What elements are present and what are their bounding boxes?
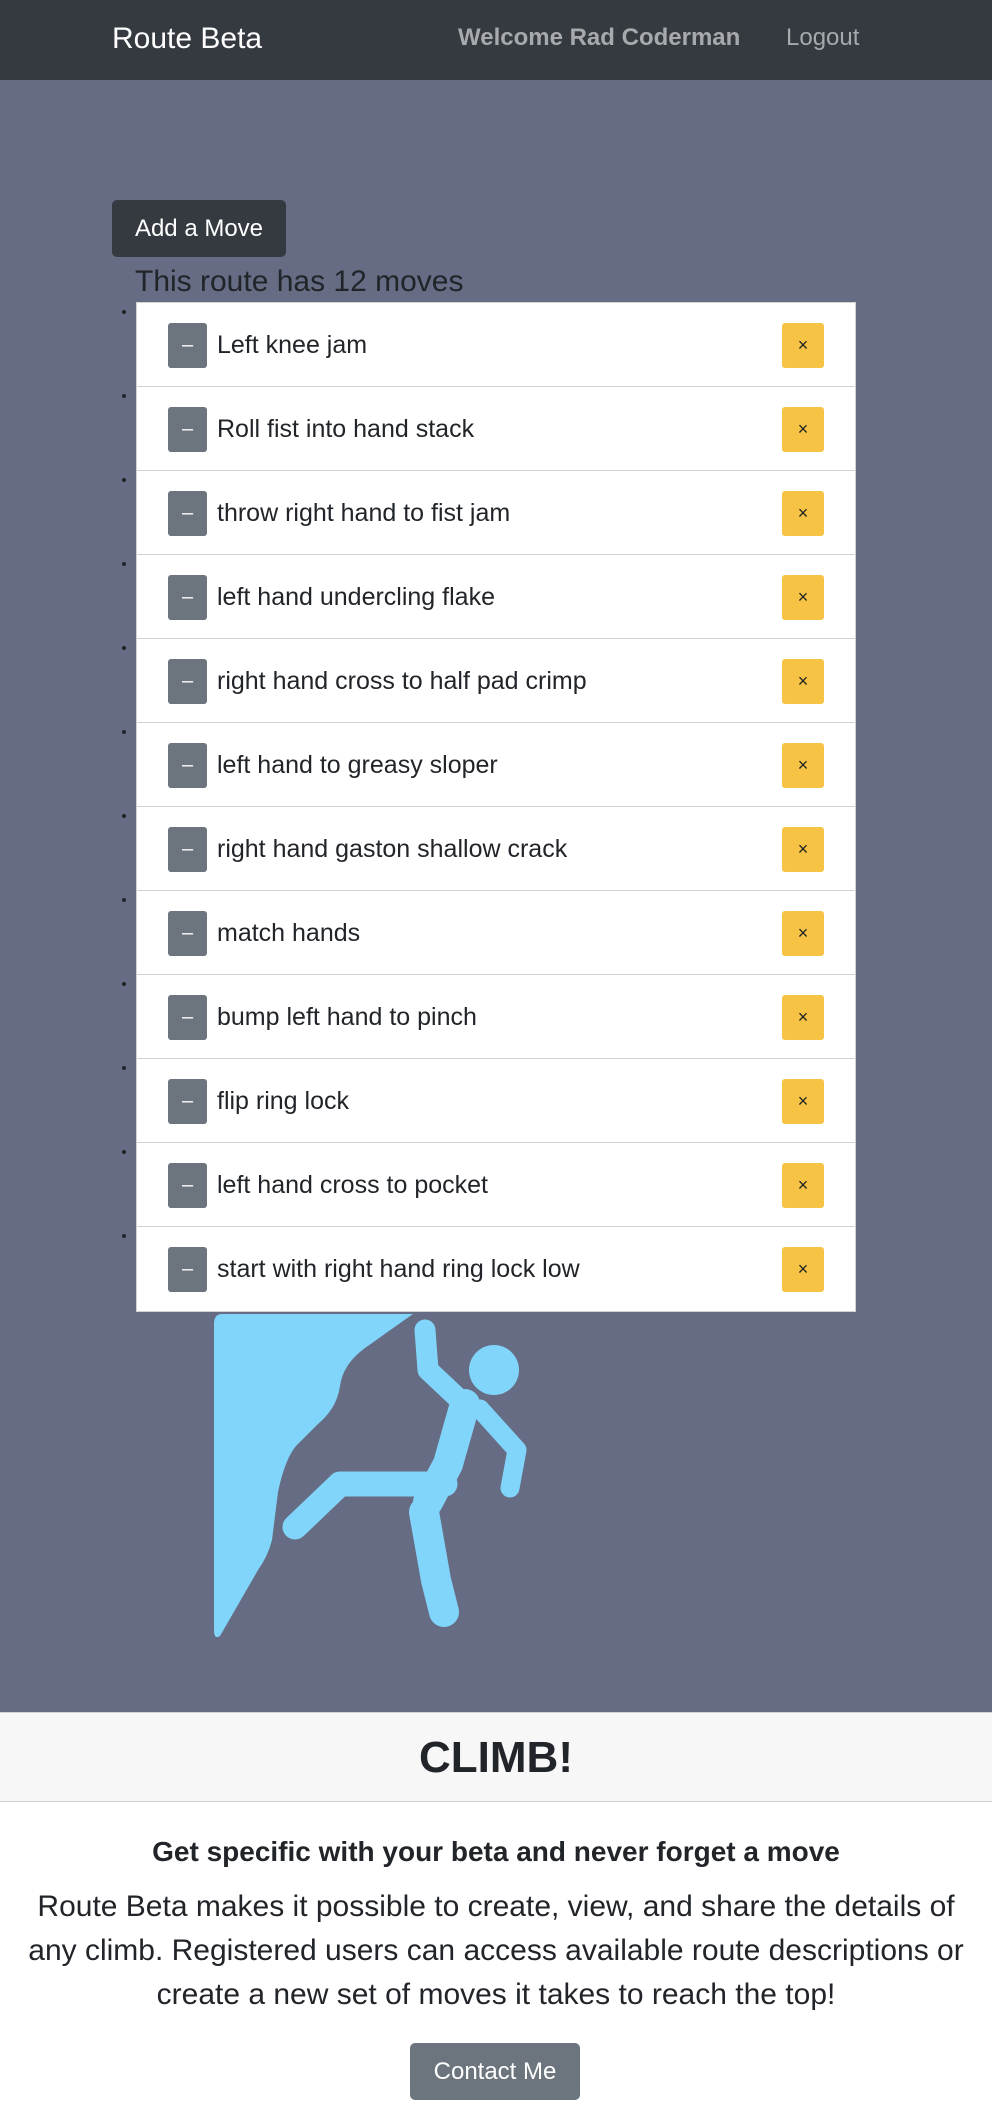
card-header-title: CLIMB! — [419, 1733, 573, 1782]
remove-move-button[interactable]: × — [782, 827, 824, 872]
minus-button[interactable]: – — [168, 575, 207, 620]
logout-link[interactable]: Logout — [786, 22, 859, 54]
move-text: start with right hand ring lock low — [217, 1255, 580, 1283]
move-text: throw right hand to fist jam — [217, 499, 511, 527]
list-item: – left hand undercling flake × — [137, 555, 855, 639]
brand-link[interactable]: Route Beta — [112, 20, 262, 58]
list-item: – left hand to greasy sloper × — [137, 723, 855, 807]
minus-button[interactable]: – — [168, 743, 207, 788]
rock-climber-icon — [214, 1314, 527, 1638]
minus-button[interactable]: – — [168, 1247, 207, 1292]
move-text: left hand to greasy sloper — [217, 751, 498, 779]
card-title: Get specific with your beta and never fo… — [152, 1836, 840, 1867]
remove-move-button[interactable]: × — [782, 995, 824, 1040]
remove-move-button[interactable]: × — [782, 491, 824, 536]
move-text: match hands — [217, 919, 361, 947]
card-header: CLIMB! — [0, 1713, 992, 1802]
remove-move-button[interactable]: × — [782, 1163, 824, 1208]
list-item: – right hand gaston shallow crack × — [137, 807, 855, 891]
list-item: – bump left hand to pinch × — [137, 975, 855, 1059]
minus-button[interactable]: – — [168, 491, 207, 536]
list-item: – flip ring lock × — [137, 1059, 855, 1143]
list-item: – match hands × — [137, 891, 855, 975]
add-move-button[interactable]: Add a Move — [112, 200, 286, 257]
remove-move-button[interactable]: × — [782, 407, 824, 452]
remove-move-button[interactable]: × — [782, 743, 824, 788]
remove-move-button[interactable]: × — [782, 323, 824, 368]
remove-move-button[interactable]: × — [782, 575, 824, 620]
list-item: – start with right hand ring lock low × — [137, 1227, 855, 1311]
move-text: right hand gaston shallow crack — [217, 835, 568, 863]
move-text: bump left hand to pinch — [217, 1003, 477, 1031]
minus-button[interactable]: – — [168, 911, 207, 956]
list-item: – Roll fist into hand stack × — [137, 387, 855, 471]
minus-button[interactable]: – — [168, 995, 207, 1040]
welcome-text: Welcome Rad Coderman — [458, 24, 741, 51]
minus-button[interactable]: – — [168, 407, 207, 452]
move-text: left hand undercling flake — [217, 583, 495, 611]
card-text: Route Beta makes it possible to create, … — [28, 1890, 964, 2011]
remove-move-button[interactable]: × — [782, 911, 824, 956]
list-item: – throw right hand to fist jam × — [137, 471, 855, 555]
move-text: Roll fist into hand stack — [217, 415, 475, 443]
move-text: right hand cross to half pad crimp — [217, 667, 587, 695]
route-move-count: This route has 12 moves — [135, 265, 464, 298]
minus-button[interactable]: – — [168, 827, 207, 872]
remove-move-button[interactable]: × — [782, 659, 824, 704]
navbar: Route Beta Welcome Rad Coderman Logout — [0, 0, 992, 80]
move-text: flip ring lock — [217, 1087, 349, 1115]
list-item: – left hand cross to pocket × — [137, 1143, 855, 1227]
move-list: – Left knee jam × – Roll fist into hand … — [136, 302, 856, 1312]
list-item: – right hand cross to half pad crimp × — [137, 639, 855, 723]
move-text: left hand cross to pocket — [217, 1171, 488, 1199]
list-item: – Left knee jam × — [137, 303, 855, 387]
minus-button[interactable]: – — [168, 1079, 207, 1124]
remove-move-button[interactable]: × — [782, 1247, 824, 1292]
minus-button[interactable]: – — [168, 1163, 207, 1208]
move-text: Left knee jam — [217, 331, 368, 359]
minus-button[interactable]: – — [168, 659, 207, 704]
info-card: CLIMB! Get specific with your beta and n… — [0, 1712, 992, 2128]
minus-button[interactable]: – — [168, 323, 207, 368]
remove-move-button[interactable]: × — [782, 1079, 824, 1124]
contact-me-button[interactable]: Contact Me — [410, 2043, 580, 2100]
